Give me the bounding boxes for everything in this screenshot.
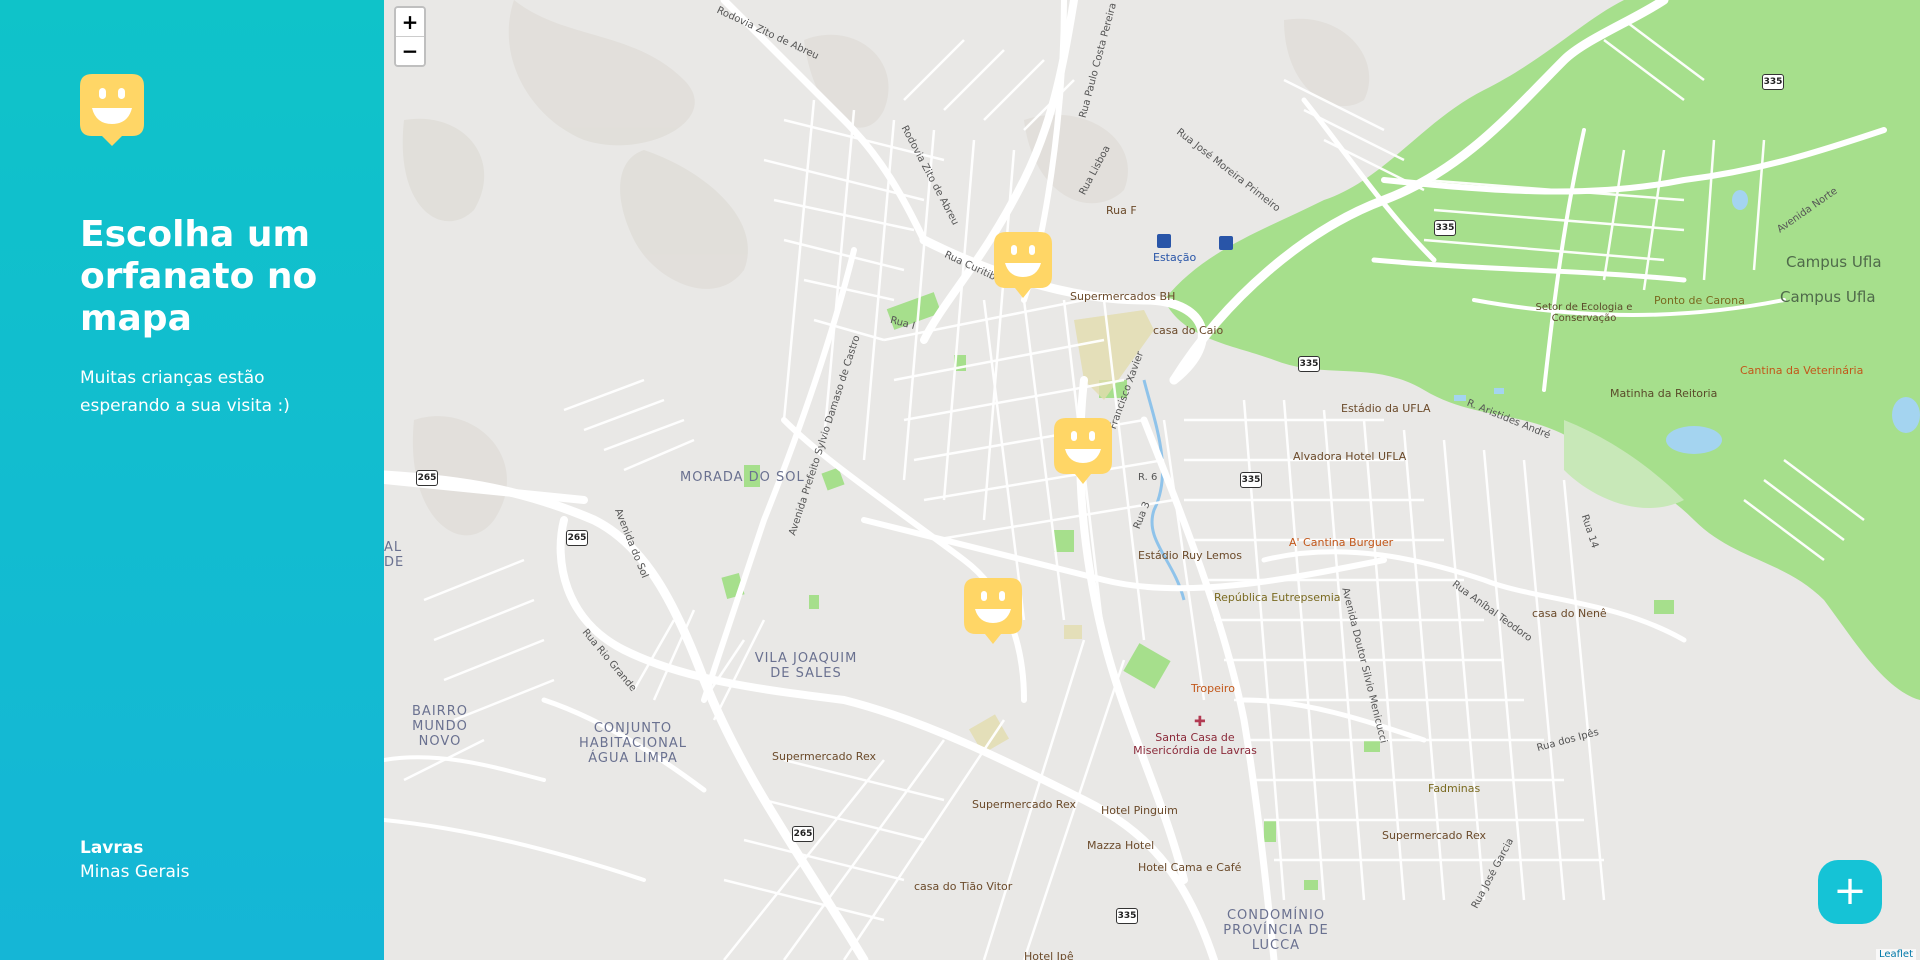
map-tiles: [384, 0, 1920, 960]
map-marker-icon: [1054, 418, 1112, 484]
route-shield: 335: [1240, 472, 1262, 488]
route-shield: 335: [1298, 356, 1320, 372]
route-shield: 335: [1434, 220, 1456, 236]
sidebar: Escolha um orfanato no mapa Muitas crian…: [0, 0, 384, 960]
route-shield: 265: [416, 470, 438, 486]
map-marker-icon: [964, 578, 1022, 644]
page-subtitle: Muitas crianças estão esperando a sua vi…: [80, 368, 290, 416]
map-attribution-link[interactable]: Leaflet: [1875, 949, 1916, 960]
map[interactable]: Rodovia Zito de Abreu Rodovia Zito de Ab…: [384, 0, 1920, 960]
orphanage-marker[interactable]: [994, 232, 1052, 298]
route-shield: 335: [1762, 74, 1784, 90]
page-title: Escolha um orfanato no mapa: [80, 214, 318, 339]
route-shield: 265: [792, 826, 814, 842]
map-marker-icon: [994, 232, 1052, 298]
orphanage-marker[interactable]: [1054, 418, 1112, 484]
orphanage-marker[interactable]: [964, 578, 1022, 644]
location-city: Lavras: [80, 838, 144, 858]
add-orphanage-button[interactable]: +: [1818, 860, 1882, 924]
location-state: Minas Gerais: [80, 862, 190, 882]
location: Lavras Minas Gerais: [80, 836, 189, 884]
zoom-out-button[interactable]: −: [396, 36, 424, 65]
zoom-in-button[interactable]: +: [396, 8, 424, 36]
route-shield: 265: [566, 530, 588, 546]
logo-icon: [80, 74, 144, 146]
train-station-icon: [1219, 236, 1233, 250]
route-shield: 335: [1116, 908, 1138, 924]
zoom-control: + −: [394, 6, 426, 67]
hospital-icon: ✚: [1194, 714, 1206, 730]
train-station-icon: [1157, 234, 1171, 248]
